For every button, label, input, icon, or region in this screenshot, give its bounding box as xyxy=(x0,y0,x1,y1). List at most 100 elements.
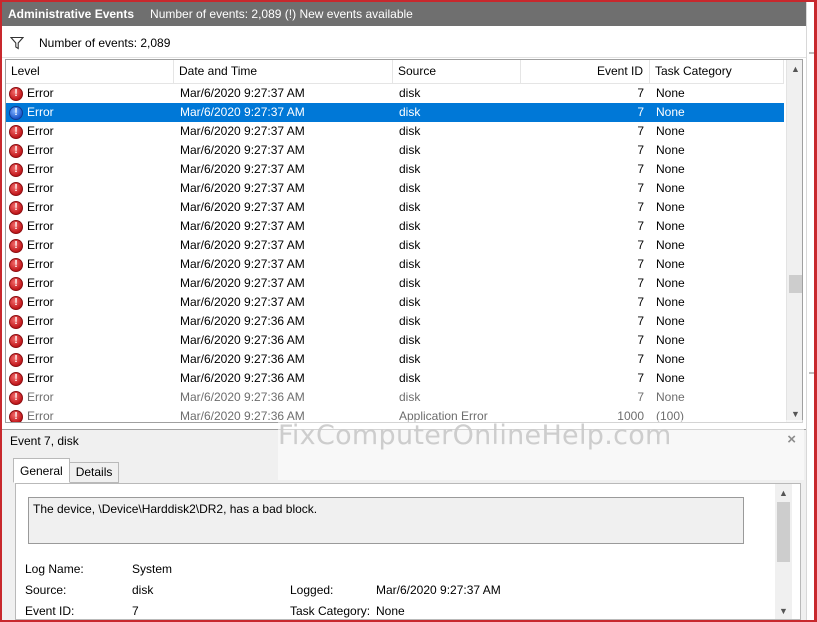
cell-level: ! Error xyxy=(6,293,174,312)
cell-date-time-text: Mar/6/2020 9:27:36 AM xyxy=(180,314,305,328)
cell-date-time-text: Mar/6/2020 9:27:36 AM xyxy=(180,371,305,385)
tab-details[interactable]: Details xyxy=(68,462,120,483)
cell-date-time: Mar/6/2020 9:27:37 AM xyxy=(174,84,393,103)
cell-task-category: None xyxy=(650,350,784,369)
table-row[interactable]: ! Error Mar/6/2020 9:27:37 AM disk 7 None xyxy=(6,274,784,293)
table-row[interactable]: ! Error Mar/6/2020 9:27:36 AM disk 7 None xyxy=(6,350,784,369)
scroll-up-icon[interactable]: ▲ xyxy=(775,484,792,501)
cell-event-id-text: 7 xyxy=(637,352,644,366)
tab-general[interactable]: General xyxy=(13,458,70,483)
cell-date-time-text: Mar/6/2020 9:27:36 AM xyxy=(180,409,305,423)
scroll-thumb[interactable] xyxy=(789,275,802,293)
cell-task-category-text: None xyxy=(656,181,685,195)
cell-source-text: disk xyxy=(399,86,421,100)
filter-icon[interactable] xyxy=(9,35,25,51)
event-id-value: 7 xyxy=(132,604,139,618)
cell-event-id-text: 7 xyxy=(637,200,644,214)
event-message-box[interactable]: The device, \Device\Harddisk2\DR2, has a… xyxy=(28,497,744,544)
close-icon[interactable]: × xyxy=(787,432,796,448)
table-row[interactable]: ! Error Mar/6/2020 9:27:37 AM disk 7 None xyxy=(6,236,784,255)
table-row[interactable]: ! Error Mar/6/2020 9:27:37 AM disk 7 None xyxy=(6,198,784,217)
cell-task-category-text: None xyxy=(656,352,685,366)
logged-value: Mar/6/2020 9:27:37 AM xyxy=(376,583,501,597)
source-value: disk xyxy=(132,583,154,597)
error-icon: ! xyxy=(9,333,23,348)
error-icon: ! xyxy=(9,257,23,272)
column-header-task-category[interactable]: Task Category xyxy=(650,60,784,84)
cell-event-id: 7 xyxy=(521,312,650,331)
table-row[interactable]: ! Error Mar/6/2020 9:27:37 AM disk 7 None xyxy=(6,255,784,274)
table-row[interactable]: ! Error Mar/6/2020 9:27:37 AM disk 7 None xyxy=(6,179,784,198)
scroll-up-icon[interactable]: ▲ xyxy=(787,60,802,77)
cell-source: disk xyxy=(393,388,521,407)
cell-source-text: disk xyxy=(399,371,421,385)
cell-task-category-text: None xyxy=(656,86,685,100)
cell-source: disk xyxy=(393,331,521,350)
cell-date-time: Mar/6/2020 9:27:37 AM xyxy=(174,198,393,217)
cell-task-category: None xyxy=(650,179,784,198)
column-header-event-id[interactable]: Event ID xyxy=(521,60,650,84)
cell-task-category-text: None xyxy=(656,257,685,271)
column-header-level[interactable]: Level xyxy=(6,60,174,84)
cell-level: ! Error xyxy=(6,255,174,274)
cell-event-id: 7 xyxy=(521,198,650,217)
cell-date-time: Mar/6/2020 9:27:37 AM xyxy=(174,274,393,293)
scroll-down-icon[interactable]: ▼ xyxy=(775,602,792,619)
cell-source: disk xyxy=(393,122,521,141)
info-icon: ! xyxy=(9,105,23,120)
error-icon: ! xyxy=(9,371,23,386)
column-header-date-time[interactable]: Date and Time xyxy=(174,60,393,84)
cell-task-category-text: None xyxy=(656,371,685,385)
cell-task-category-text: None xyxy=(656,295,685,309)
detail-scrollbar[interactable]: ▲ ▼ xyxy=(775,484,792,619)
cell-event-id-text: 7 xyxy=(637,238,644,252)
cell-source-text: disk xyxy=(399,181,421,195)
table-header: Level Date and Time Source Event ID Task… xyxy=(6,60,784,84)
cell-source: disk xyxy=(393,312,521,331)
table-row[interactable]: ! Error Mar/6/2020 9:27:37 AM disk 7 None xyxy=(6,141,784,160)
cell-date-time: Mar/6/2020 9:27:37 AM xyxy=(174,217,393,236)
table-row[interactable]: ! Error Mar/6/2020 9:27:36 AM disk 7 None xyxy=(6,331,784,350)
table-row[interactable]: ! Error Mar/6/2020 9:27:37 AM disk 7 None xyxy=(6,160,784,179)
cell-level: ! Error xyxy=(6,331,174,350)
cell-level-text: Error xyxy=(27,162,54,176)
cell-task-category-text: None xyxy=(656,314,685,328)
table-row[interactable]: ! Error Mar/6/2020 9:27:36 AM disk 7 None xyxy=(6,312,784,331)
cell-source: disk xyxy=(393,236,521,255)
cell-source-text: disk xyxy=(399,124,421,138)
column-header-source[interactable]: Source xyxy=(393,60,521,84)
table-row[interactable]: ! Error Mar/6/2020 9:27:36 AM Application E… xyxy=(6,407,784,423)
edge-notch xyxy=(809,372,814,374)
cell-date-time-text: Mar/6/2020 9:27:37 AM xyxy=(180,143,305,157)
error-icon: ! xyxy=(9,124,23,139)
cell-source-text: disk xyxy=(399,219,421,233)
cell-event-id: 7 xyxy=(521,160,650,179)
cell-source: disk xyxy=(393,103,521,122)
cell-date-time: Mar/6/2020 9:27:36 AM xyxy=(174,369,393,388)
table-row[interactable]: ! Error Mar/6/2020 9:27:37 AM disk 7 None xyxy=(6,217,784,236)
cell-level-text: Error xyxy=(27,333,54,347)
cell-date-time: Mar/6/2020 9:27:37 AM xyxy=(174,293,393,312)
events-scrollbar[interactable]: ▲ ▼ xyxy=(786,60,802,422)
table-body: ! Error Mar/6/2020 9:27:37 AM disk 7 None! Err… xyxy=(6,84,784,423)
cell-level-text: Error xyxy=(27,257,54,271)
cell-date-time: Mar/6/2020 9:27:37 AM xyxy=(174,236,393,255)
table-row[interactable]: ! Error Mar/6/2020 9:27:36 AM disk 7 None xyxy=(6,388,784,407)
cell-source-text: disk xyxy=(399,200,421,214)
cell-level: ! Error xyxy=(6,179,174,198)
cell-source: disk xyxy=(393,217,521,236)
table-row[interactable]: ! Error Mar/6/2020 9:27:36 AM disk 7 None xyxy=(6,369,784,388)
event-count-status[interactable]: Number of events: 2,089 (!) New events a… xyxy=(150,7,413,21)
edge-notch xyxy=(809,52,814,54)
table-row[interactable]: ! Error Mar/6/2020 9:27:37 AM disk 7 None xyxy=(6,103,784,122)
cell-task-category: None xyxy=(650,198,784,217)
table-row[interactable]: ! Error Mar/6/2020 9:27:37 AM disk 7 None xyxy=(6,84,784,103)
scroll-down-icon[interactable]: ▼ xyxy=(787,405,802,422)
table-row[interactable]: ! Error Mar/6/2020 9:27:37 AM disk 7 None xyxy=(6,293,784,312)
cell-level: ! Error xyxy=(6,407,174,422)
source-label: Source: xyxy=(25,583,67,597)
cell-date-time: Mar/6/2020 9:27:36 AM xyxy=(174,350,393,369)
cell-date-time: Mar/6/2020 9:27:36 AM xyxy=(174,312,393,331)
scroll-thumb[interactable] xyxy=(777,502,790,562)
table-row[interactable]: ! Error Mar/6/2020 9:27:37 AM disk 7 None xyxy=(6,122,784,141)
